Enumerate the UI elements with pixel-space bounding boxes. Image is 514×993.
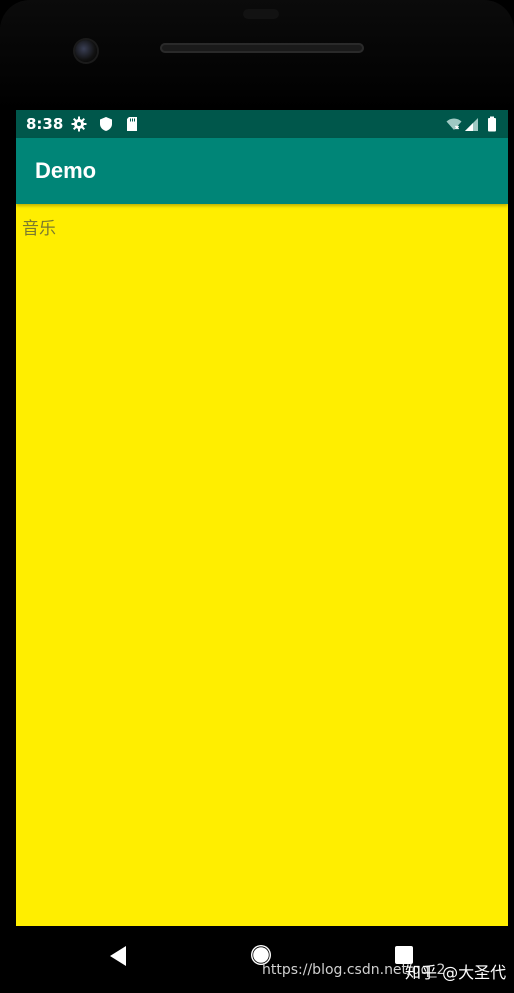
sd-card-icon <box>127 117 137 131</box>
front-camera <box>75 40 97 62</box>
content-text-view: 音乐 <box>22 219 56 239</box>
shield-icon <box>100 117 112 131</box>
battery-icon <box>488 116 496 132</box>
device-screen: 8:38 Demo 音乐 <box>16 110 508 926</box>
phone-frame: 8:38 Demo 音乐 https://blog.csdn.net/qq_2 … <box>0 0 514 993</box>
gear-icon <box>71 116 87 132</box>
watermark-zhihu: 知乎 @大圣代 <box>405 963 507 982</box>
phone-top-bezel <box>0 0 514 110</box>
status-bar: 8:38 <box>16 110 508 138</box>
signal-icon <box>465 118 478 131</box>
status-time: 8:38 <box>26 115 64 133</box>
wifi-off-icon <box>446 118 462 130</box>
earpiece-speaker <box>160 43 364 53</box>
proximity-sensor <box>243 9 279 19</box>
app-toolbar: Demo <box>16 138 508 204</box>
back-icon[interactable] <box>108 945 128 967</box>
app-title: Demo <box>35 158 97 183</box>
